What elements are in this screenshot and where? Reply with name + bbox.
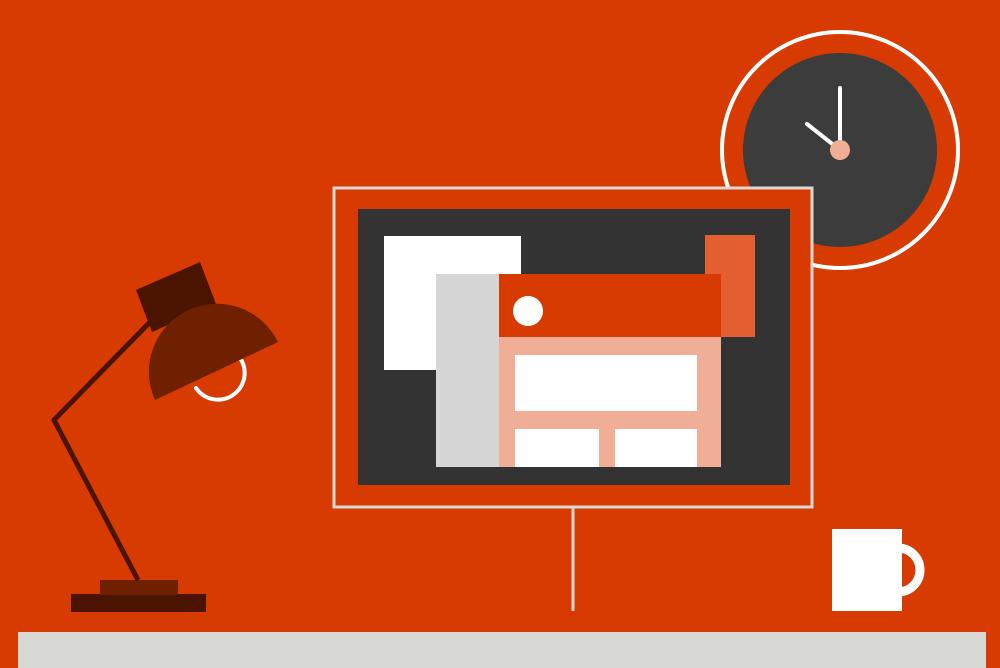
desk-surface	[18, 632, 986, 668]
screen-window-content-top	[515, 355, 697, 411]
screen-window-content-left	[515, 429, 599, 467]
screen-window-dot	[513, 296, 543, 326]
clock-center	[830, 140, 850, 160]
lamp-base	[71, 594, 206, 612]
mug-body	[832, 529, 902, 611]
lamp-base-top	[100, 580, 178, 595]
office-illustration	[0, 0, 1000, 668]
screen-gray-panel	[436, 274, 506, 467]
screen-window-content-right	[615, 429, 697, 467]
